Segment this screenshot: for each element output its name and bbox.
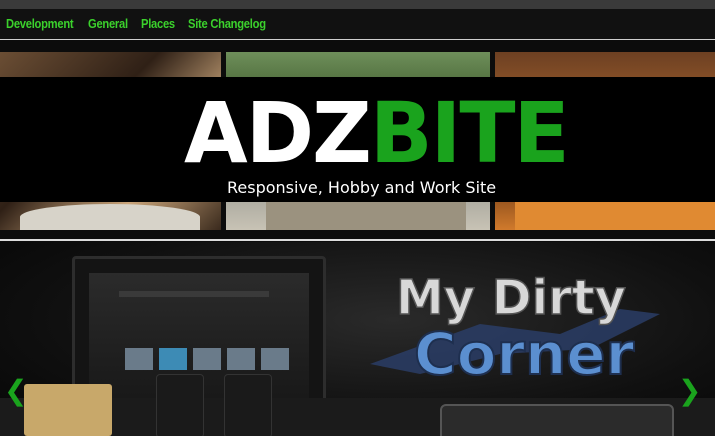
- site-logo[interactable]: ADZBITE: [184, 91, 570, 175]
- main-nav: Development General Places Site Changelo…: [0, 9, 715, 40]
- logo-text-adz: ADZ: [184, 84, 372, 182]
- nav-item-development[interactable]: Development: [6, 16, 74, 31]
- logo-banner[interactable]: ADZBITE Responsive, Hobby and Work Site: [0, 77, 715, 202]
- logo-text-bite: BITE: [369, 84, 570, 182]
- header-divider: [0, 239, 715, 241]
- nav-item-site-changelog[interactable]: Site Changelog: [188, 16, 266, 31]
- image-slider[interactable]: My Dirty Corner ❮ ❯: [0, 242, 715, 436]
- site-header: ADZBITE Responsive, Hobby and Work Site: [0, 52, 715, 230]
- slide-title-line1: My Dirty: [396, 270, 626, 326]
- site-tagline: Responsive, Hobby and Work Site: [227, 178, 497, 197]
- slide-title-line2: Corner: [414, 320, 635, 384]
- slide-speaker-left: [156, 374, 204, 436]
- slide-mug: [24, 384, 112, 436]
- nav-item-general[interactable]: General: [88, 16, 128, 31]
- top-strip: [0, 0, 715, 9]
- slide-laptop: [440, 404, 674, 436]
- chevron-right-icon[interactable]: ❯: [678, 374, 701, 407]
- chevron-left-icon[interactable]: ❮: [4, 374, 27, 407]
- nav-item-places[interactable]: Places: [141, 16, 175, 31]
- slide-speaker-right: [224, 374, 272, 436]
- slide-headline: My Dirty Corner: [370, 269, 660, 384]
